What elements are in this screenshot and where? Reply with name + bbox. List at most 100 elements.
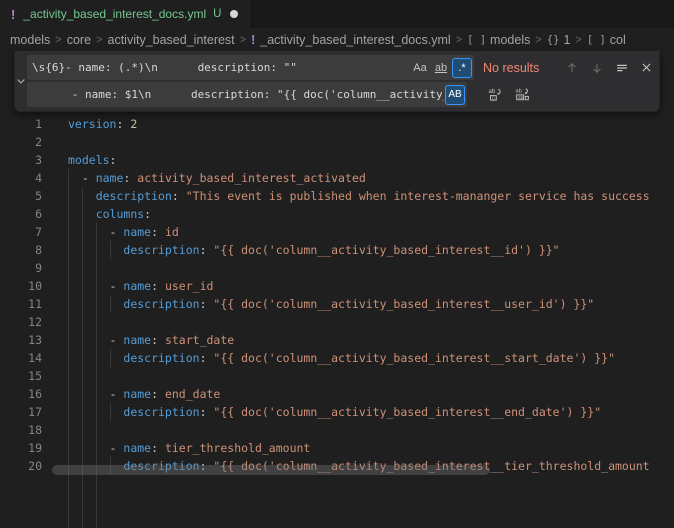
- code-line-10[interactable]: 10 - name: user_id: [0, 277, 674, 295]
- breadcrumb-item-models[interactable]: models: [10, 33, 50, 47]
- regex-button[interactable]: .*: [452, 58, 472, 78]
- chevron-down-icon: [15, 75, 27, 87]
- preserve-case-button[interactable]: AB: [445, 85, 465, 105]
- line-number: 6: [0, 205, 42, 223]
- code-line-15[interactable]: 15: [0, 367, 674, 385]
- horizontal-scrollbar[interactable]: [52, 465, 490, 475]
- line-number: 15: [0, 367, 42, 385]
- breadcrumb-item-core[interactable]: core: [67, 33, 91, 47]
- line-number: 10: [0, 277, 42, 295]
- svg-text:ab: ab: [515, 89, 521, 95]
- line-number: 9: [0, 259, 42, 277]
- close-find-widget-button[interactable]: [636, 57, 657, 78]
- find-in-selection-icon: [615, 61, 629, 75]
- editor[interactable]: 1version: 223models:4 - name: activity_b…: [0, 51, 674, 477]
- arrow-down-icon: [590, 61, 604, 75]
- code-line-8[interactable]: 8 description: "{{ doc('column__activity…: [0, 241, 674, 259]
- breadcrumb-item-col[interactable]: [ ]col: [587, 33, 626, 47]
- yaml-file-icon: !: [11, 7, 15, 22]
- breadcrumb-item-activity-based-interest[interactable]: activity_based_interest: [108, 33, 235, 47]
- find-results-status: No results: [483, 61, 549, 75]
- replace-all-button[interactable]: ab ab: [512, 84, 533, 105]
- breadcrumb-item-models[interactable]: [ ] models: [467, 33, 530, 47]
- replace-value-text: - name: $1\n description: "{{ doc('colum…: [32, 88, 444, 101]
- code-line-12[interactable]: 12: [0, 313, 674, 331]
- breadcrumb-item--activity-based-interest-docs-yml[interactable]: ! _activity_based_interest_docs.yml: [251, 33, 451, 47]
- svg-text:c: c: [492, 95, 495, 101]
- whole-word-label: ab: [435, 62, 447, 74]
- code-line-5[interactable]: 5 description: "This event is published …: [0, 187, 674, 205]
- next-match-button[interactable]: [586, 57, 607, 78]
- toggle-replace-button[interactable]: [15, 51, 27, 111]
- line-number: 4: [0, 169, 42, 187]
- replace-all-icon: ab ab: [515, 87, 530, 102]
- replace-input[interactable]: - name: $1\n description: "{{ doc('colum…: [27, 82, 467, 107]
- whole-word-button[interactable]: ab: [431, 58, 451, 78]
- breadcrumb-label: models: [10, 33, 50, 47]
- code-line-3[interactable]: 3models:: [0, 151, 674, 169]
- line-number: 16: [0, 385, 42, 403]
- git-untracked-badge: U: [213, 8, 221, 20]
- breadcrumb-label: col: [610, 33, 626, 47]
- line-number: 7: [0, 223, 42, 241]
- line-number: 5: [0, 187, 42, 205]
- code-line-6[interactable]: 6 columns:: [0, 205, 674, 223]
- breadcrumb-separator-icon: >: [55, 34, 61, 46]
- breadcrumb: models > core > activity_based_interest >! _ac…: [0, 29, 674, 51]
- line-number: 3: [0, 151, 42, 169]
- find-query-text: \s{6}- name: (.*)\n description: "": [32, 61, 409, 74]
- breadcrumb-label: 1: [563, 33, 570, 47]
- line-number: 12: [0, 313, 42, 331]
- code-line-18[interactable]: 18: [0, 421, 674, 439]
- code-line-11[interactable]: 11 description: "{{ doc('column__activit…: [0, 295, 674, 313]
- breadcrumb-item-1[interactable]: {}1: [547, 33, 571, 47]
- line-content: description: "This event is published wh…: [68, 187, 650, 205]
- breadcrumb-label: _activity_based_interest_docs.yml: [260, 33, 450, 47]
- tab-filename: _activity_based_interest_docs.yml: [23, 7, 206, 21]
- symbol-array-icon: [ ]: [467, 34, 486, 46]
- tab-activity-based-interest-docs[interactable]: ! _activity_based_interest_docs.yml U: [0, 0, 250, 28]
- code-line-9[interactable]: 9: [0, 259, 674, 277]
- match-case-button[interactable]: Aa: [410, 58, 430, 78]
- line-content: - name: id: [68, 223, 179, 241]
- line-content: description: "{{ doc('column__activity_b…: [68, 241, 560, 259]
- code-line-16[interactable]: 16 - name: end_date: [0, 385, 674, 403]
- line-number: 17: [0, 403, 42, 421]
- code-line-17[interactable]: 17 description: "{{ doc('column__activit…: [0, 403, 674, 421]
- breadcrumb-separator-icon: >: [240, 34, 246, 46]
- breadcrumb-separator-icon: >: [535, 34, 541, 46]
- line-content: - name: end_date: [68, 385, 220, 403]
- line-number: 8: [0, 241, 42, 259]
- line-content: - name: user_id: [68, 277, 213, 295]
- line-number: 11: [0, 295, 42, 313]
- yaml-file-icon: !: [251, 33, 255, 47]
- code-line-13[interactable]: 13 - name: start_date: [0, 331, 674, 349]
- line-number: 20: [0, 457, 42, 475]
- arrow-up-icon: [565, 61, 579, 75]
- find-replace-widget: \s{6}- name: (.*)\n description: "" Aa a…: [14, 51, 660, 112]
- breadcrumb-label: activity_based_interest: [108, 33, 235, 47]
- line-number: 19: [0, 439, 42, 457]
- line-content: description: "{{ doc('column__activity_b…: [68, 295, 594, 313]
- svg-text:ab: ab: [518, 95, 524, 100]
- breadcrumb-label: models: [490, 33, 530, 47]
- find-in-selection-button[interactable]: [611, 57, 632, 78]
- previous-match-button[interactable]: [561, 57, 582, 78]
- breadcrumb-label: core: [67, 33, 91, 47]
- code-line-7[interactable]: 7 - name: id: [0, 223, 674, 241]
- line-number: 18: [0, 421, 42, 439]
- find-input[interactable]: \s{6}- name: (.*)\n description: "" Aa a…: [27, 55, 474, 80]
- code-line-19[interactable]: 19 - name: tier_threshold_amount: [0, 439, 674, 457]
- code-area[interactable]: 1version: 223models:4 - name: activity_b…: [0, 115, 674, 475]
- modified-indicator-dot[interactable]: [230, 10, 238, 18]
- code-line-1[interactable]: 1version: 2: [0, 115, 674, 133]
- code-line-2[interactable]: 2: [0, 133, 674, 151]
- breadcrumb-separator-icon: >: [96, 34, 102, 46]
- code-line-4[interactable]: 4 - name: activity_based_interest_activa…: [0, 169, 674, 187]
- replace-button[interactable]: ab c: [485, 84, 506, 105]
- line-content: description: "{{ doc('column__activity_b…: [68, 403, 601, 421]
- line-number: 2: [0, 133, 42, 151]
- line-content: version: 2: [68, 115, 137, 133]
- close-icon: [640, 61, 653, 74]
- code-line-14[interactable]: 14 description: "{{ doc('column__activit…: [0, 349, 674, 367]
